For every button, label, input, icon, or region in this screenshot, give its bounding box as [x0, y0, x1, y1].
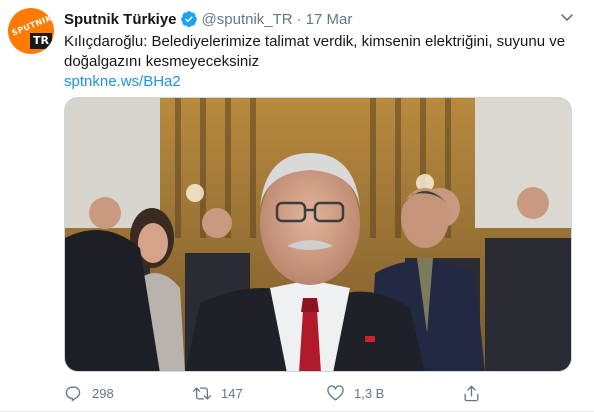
- avatar[interactable]: SPUTNIK TR: [8, 8, 54, 54]
- retweet-button[interactable]: 147: [192, 382, 243, 404]
- author-handle[interactable]: @sputnik_TR: [202, 11, 293, 28]
- retweet-icon: [192, 386, 212, 400]
- heart-icon: [327, 384, 344, 401]
- like-button[interactable]: 1,3 B: [326, 382, 384, 404]
- author-name[interactable]: Sputnik Türkiye: [64, 11, 177, 28]
- tweet-header: Sputnik Türkiye @sputnik_TR · 17 Mar: [64, 9, 352, 29]
- photo-image: [65, 98, 571, 371]
- tweet-photo[interactable]: [64, 97, 572, 372]
- reply-count: 298: [92, 385, 114, 401]
- tweet-link[interactable]: sptnkne.ws/BHa2: [64, 72, 181, 92]
- share-icon: [464, 385, 479, 401]
- tweet-text: Kılıçdaroğlu: Belediyelerimize talimat v…: [64, 33, 566, 70]
- avatar-badge: TR: [30, 33, 52, 49]
- reply-icon: [65, 385, 81, 401]
- reply-button[interactable]: 298: [64, 382, 114, 404]
- chevron-down-icon[interactable]: [558, 11, 576, 25]
- tweet-actions: 298 147 1,3 B: [64, 382, 572, 404]
- tweet-date[interactable]: 17 Mar: [306, 11, 353, 28]
- share-button[interactable]: [462, 382, 490, 404]
- retweet-count: 147: [221, 385, 243, 401]
- like-count: 1,3 B: [354, 385, 385, 401]
- verified-badge-icon: [180, 10, 198, 28]
- header-separator: ·: [296, 10, 302, 28]
- tweet[interactable]: SPUTNIK TR Sputnik Türkiye @sputnik_TR ·…: [0, 0, 594, 412]
